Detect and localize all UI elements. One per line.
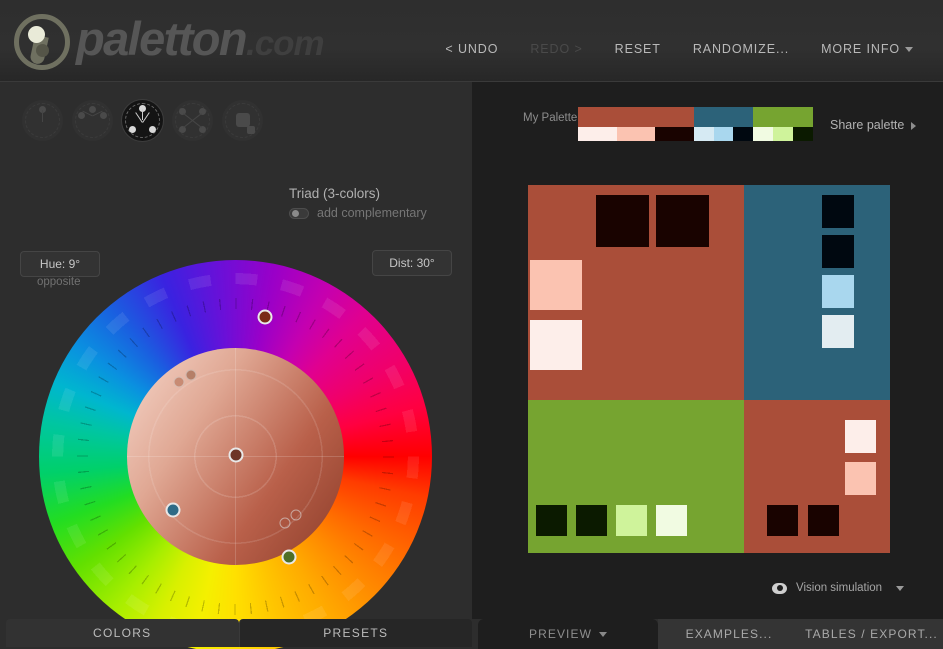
base-hue-marker[interactable] (257, 309, 273, 325)
palette-main-swatch-1[interactable] (694, 107, 753, 127)
monochromatic-scheme-icon[interactable] (22, 100, 63, 141)
palette-sub-swatch-0-0[interactable] (578, 127, 617, 141)
top-navigation: < UNDO REDO > RESET RANDOMIZE... MORE IN… (429, 38, 929, 60)
color-wheel[interactable] (39, 260, 432, 649)
brand-name: paletton (76, 12, 248, 65)
palette-sub-swatch-2-1[interactable] (773, 127, 793, 141)
ring-ghost-2[interactable] (290, 509, 302, 521)
palette-sub-swatch-1-1[interactable] (713, 127, 734, 141)
swatch-light-8[interactable] (845, 462, 876, 495)
secondary-marker-1[interactable] (165, 502, 181, 518)
add-complementary-toggle[interactable] (289, 207, 309, 219)
freestyle-scheme-icon[interactable] (222, 100, 263, 141)
swatch-dark-3[interactable] (822, 195, 854, 228)
left-panel: Triad (3-colors) add complementary Hue: … (0, 82, 472, 649)
tab-preview[interactable]: PREVIEW (478, 619, 658, 649)
inner-ghost-1[interactable] (173, 376, 184, 388)
swatch-light-4[interactable] (822, 315, 854, 348)
app-header: paletton.com < UNDO REDO > RESET RANDOMI… (0, 0, 943, 82)
palette-sub-swatch-2-0[interactable] (753, 127, 773, 141)
swatch-dark-6[interactable] (576, 505, 607, 536)
right-tab-bar: PREVIEW EXAMPLES... TABLES / EXPORT... (478, 619, 943, 649)
palette-sub-swatch-2-2[interactable] (793, 127, 813, 141)
center-marker[interactable] (228, 447, 243, 463)
palette-preview[interactable] (528, 185, 890, 553)
randomize-button[interactable]: RANDOMIZE... (677, 38, 805, 60)
triad-scheme-icon[interactable] (122, 100, 163, 141)
preview-quadrant-top-right[interactable] (744, 185, 890, 400)
tab-examples[interactable]: EXAMPLES... (658, 619, 800, 649)
preview-quadrant-bottom-left[interactable] (528, 400, 744, 553)
palette-sub-swatch-0-2[interactable] (655, 127, 694, 141)
palette-main-swatch-2[interactable] (753, 107, 813, 127)
chevron-right-icon (911, 121, 917, 130)
vision-simulation-button[interactable]: Vision simulation (772, 582, 905, 594)
undo-button[interactable]: < UNDO (429, 38, 514, 60)
inner-ghost-2[interactable] (185, 369, 197, 381)
my-palette-label: My Palette: (523, 112, 581, 124)
swatch-dark-1[interactable] (596, 195, 649, 247)
chevron-down-icon (896, 585, 905, 591)
palette-main-swatch-0[interactable] (578, 107, 694, 127)
secondary-marker-2[interactable] (281, 549, 297, 565)
tab-tables-export[interactable]: TABLES / EXPORT... (800, 619, 943, 649)
tab-colors[interactable]: COLORS (6, 619, 239, 647)
preview-quadrant-top-left[interactable] (528, 185, 744, 400)
reset-button[interactable]: RESET (599, 38, 677, 60)
ring-ghost-1[interactable] (279, 517, 291, 529)
swatch-light-1[interactable] (530, 260, 582, 310)
brand-logo[interactable]: paletton.com (14, 11, 325, 72)
palette-sub-swatch-0-1[interactable] (616, 127, 656, 141)
vision-simulation-label: Vision simulation (796, 582, 883, 594)
palette-sub-swatch-1-0[interactable] (694, 127, 714, 141)
chevron-down-icon (599, 631, 608, 637)
left-tab-bar: COLORS PRESETS (6, 619, 472, 647)
paletton-app: paletton.com < UNDO REDO > RESET RANDOMI… (0, 0, 943, 649)
eye-icon (772, 582, 787, 594)
palette-group-2[interactable] (753, 107, 813, 141)
add-complementary-row[interactable]: add complementary (289, 206, 427, 220)
more-info-button[interactable]: MORE INFO (805, 38, 929, 60)
brand-wordmark: paletton.com (76, 11, 325, 72)
brand-suffix: .com (245, 24, 325, 63)
add-complementary-label: add complementary (317, 206, 427, 220)
palette-group-1[interactable] (694, 107, 753, 141)
my-palette-strip[interactable] (578, 107, 813, 141)
scheme-selector (22, 100, 263, 141)
swatch-dark-4[interactable] (822, 235, 854, 268)
swatch-light-5[interactable] (616, 505, 647, 536)
paletton-logo-icon (14, 13, 70, 70)
preview-quadrant-bottom-right[interactable] (744, 400, 890, 553)
adjacent-scheme-icon[interactable] (72, 100, 113, 141)
palette-group-0[interactable] (578, 107, 694, 141)
swatch-dark-2[interactable] (656, 195, 709, 247)
tetrad-scheme-icon[interactable] (172, 100, 213, 141)
redo-button[interactable]: REDO > (514, 38, 598, 60)
palette-sub-swatch-1-2[interactable] (733, 127, 753, 141)
swatch-light-6[interactable] (656, 505, 687, 536)
swatch-light-2[interactable] (530, 320, 582, 370)
swatch-dark-5[interactable] (536, 505, 567, 536)
swatch-dark-7[interactable] (767, 505, 798, 536)
tab-presets[interactable]: PRESETS (238, 619, 472, 647)
right-panel: My Palette: Share palette Vision simulat… (472, 82, 943, 619)
chevron-down-icon (905, 47, 913, 53)
share-palette-button[interactable]: Share palette (830, 118, 917, 132)
swatch-dark-8[interactable] (808, 505, 839, 536)
swatch-light-3[interactable] (822, 275, 854, 308)
scheme-name-label: Triad (3-colors) (289, 186, 381, 201)
swatch-light-7[interactable] (845, 420, 876, 453)
